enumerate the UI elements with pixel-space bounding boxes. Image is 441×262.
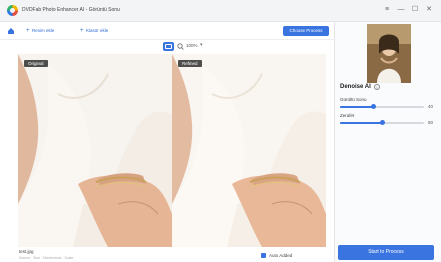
compare-view-button[interactable] — [163, 42, 174, 51]
choose-process-label: Choose Process — [289, 28, 323, 33]
add-image-label: Resim ekle — [32, 28, 55, 33]
toolbar: Resim ekle Klasör ekle Choose Process — [0, 22, 334, 40]
sharpness-label: Zerafet — [340, 113, 355, 118]
add-folder-label: Klasör ekle — [86, 28, 109, 33]
sharpness-value: 50 — [428, 120, 434, 125]
view-controls: 100% ▾ — [0, 40, 334, 53]
home-icon[interactable] — [7, 27, 15, 35]
noise-level-label: Gürültü Sonu — [340, 97, 367, 102]
refined-label: Refined — [178, 60, 202, 67]
slider-handle[interactable] — [371, 104, 377, 109]
original-label: Original — [24, 60, 48, 67]
model-preview-thumbnail — [367, 24, 411, 83]
sharpness-slider[interactable] — [340, 120, 424, 125]
settings-sidebar: Denoise AI i Gürültü Sonu 40 Zerafet 50 … — [334, 22, 441, 262]
original-photo — [18, 54, 172, 247]
slider-handle[interactable] — [379, 120, 385, 125]
file-details: Source · Size · Dimensions · Scale — [19, 256, 74, 260]
title-bar: DVDFab Photo Enhancer AI - Görüntü Sonu … — [0, 0, 441, 22]
app-logo-icon — [7, 5, 18, 16]
minimize-icon[interactable]: — — [395, 4, 407, 16]
file-info-bar: test.jpg Source · Size · Dimensions · Sc… — [0, 247, 334, 262]
refined-photo — [172, 54, 326, 247]
split-view-icon — [165, 44, 172, 49]
app-title: DVDFab Photo Enhancer AI - Görüntü Sonu — [22, 7, 120, 13]
add-image-button[interactable]: Resim ekle — [22, 26, 59, 36]
noise-level-slider[interactable] — [340, 104, 424, 109]
choose-process-button[interactable]: Choose Process — [283, 26, 329, 36]
start-process-label: Start to Process — [368, 249, 404, 255]
original-preview-pane[interactable]: Original — [18, 54, 172, 247]
chevron-down-icon[interactable]: ▾ — [200, 42, 203, 48]
start-process-button[interactable]: Start to Process — [338, 245, 434, 260]
refined-preview-pane[interactable]: Refined — [172, 54, 326, 247]
model-name: Denoise AI — [340, 84, 371, 90]
slider-fill — [340, 122, 382, 124]
auto-added-checkbox[interactable] — [261, 253, 266, 258]
zoom-icon[interactable] — [177, 43, 184, 50]
info-icon[interactable]: i — [374, 84, 380, 90]
slider-fill — [340, 106, 374, 108]
zoom-level[interactable]: 100% — [186, 43, 198, 48]
close-icon[interactable]: ✕ — [423, 4, 435, 16]
noise-level-value: 40 — [428, 104, 434, 109]
settings-menu-icon[interactable]: ≡ — [381, 4, 393, 16]
add-folder-button[interactable]: Klasör ekle — [76, 26, 113, 36]
maximize-icon[interactable]: ☐ — [409, 4, 421, 16]
auto-added-label: Auto Added — [269, 253, 293, 258]
file-name: test.jpg — [19, 249, 34, 254]
